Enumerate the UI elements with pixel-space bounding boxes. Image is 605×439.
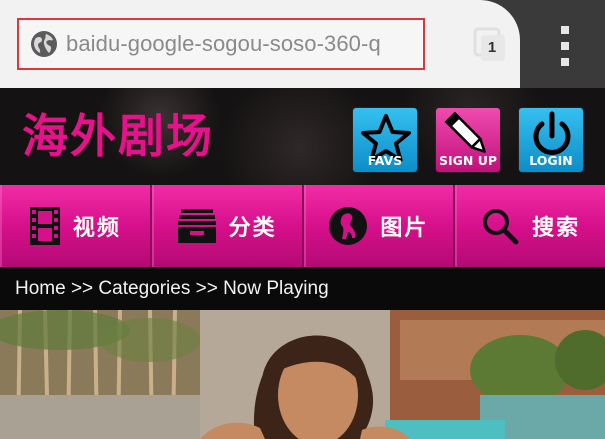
login-button[interactable]: LOGIN [518,107,584,173]
featured-image[interactable] [0,310,605,439]
menu-dot [561,58,569,66]
nav-item-pictures[interactable]: 图片 [304,185,456,267]
nav-label: 搜索 [532,215,581,240]
nav-label: 分类 [228,215,277,240]
nav-item-search[interactable]: 搜索 [455,185,605,267]
login-label: LOGIN [529,153,573,168]
sign-up-button[interactable]: SIGN UP [435,107,501,173]
site-logo[interactable]: 海外剧场 [22,110,214,162]
main-nav: 视频 分类 图片 搜索 [0,185,605,267]
nav-item-categories[interactable]: 分类 [152,185,304,267]
url-text: baidu-google-sogou-soso-360-q [66,31,381,56]
globe-icon [31,31,57,57]
favs-button[interactable]: FAVS [352,107,418,173]
nav-label: 图片 [380,215,429,240]
drawer-icon [177,209,216,243]
featured-photo [0,310,605,439]
overflow-menu-icon[interactable] [555,26,575,66]
sign-up-label: SIGN UP [438,153,498,168]
tab-count: 1 [487,39,497,56]
menu-dot [561,26,569,34]
film-icon [29,207,60,245]
menu-dot [561,42,569,50]
nav-label: 视频 [72,215,121,240]
search-icon [483,209,519,245]
silhouette-icon [329,207,368,245]
browser-toolbar: baidu-google-sogou-soso-360-q 1 [0,0,605,88]
site-header: 海外剧场 [0,88,605,185]
address-bar[interactable]: baidu-google-sogou-soso-360-q [17,18,425,70]
favs-label: FAVS [367,153,403,168]
breadcrumb: Home >> Categories >> Now Playing [0,267,605,310]
nav-item-videos[interactable]: 视频 [0,185,152,267]
